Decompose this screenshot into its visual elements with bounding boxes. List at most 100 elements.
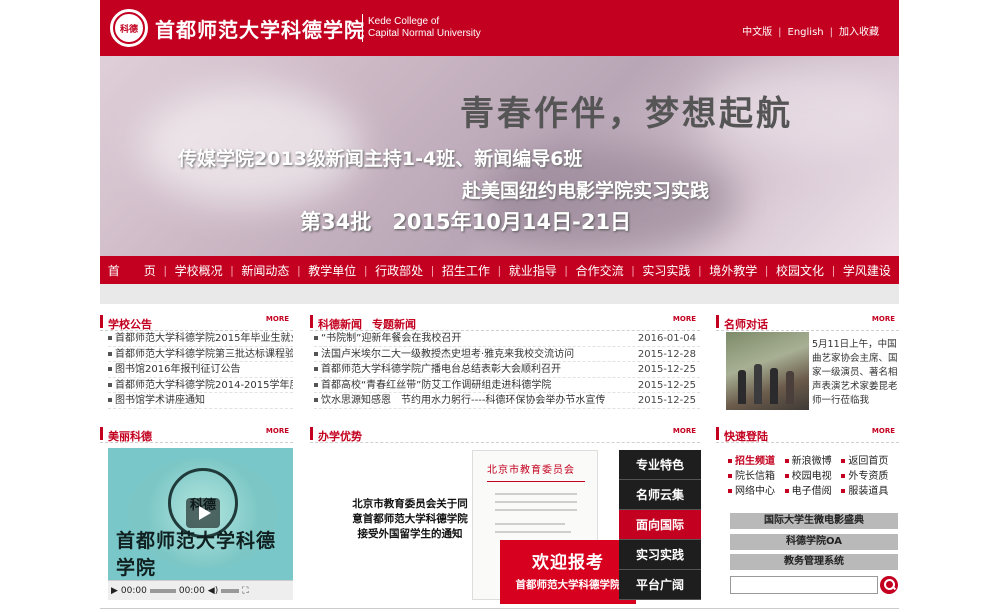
tab-famous-teachers[interactable]: 名师云集 (619, 480, 701, 510)
hero-banner[interactable]: 青春作伴，梦想起航 传媒学院2013级新闻主持1-4班、新闻编导6班 赴美国纽约… (100, 56, 899, 256)
list-item[interactable]: 首都高校“青春红丝带”防艾工作调研组走进科德学院 2015-12-25 (314, 378, 700, 393)
link-english[interactable]: English (788, 27, 824, 38)
play-pause-icon[interactable]: ▶ (111, 586, 118, 596)
fullscreen-icon[interactable]: ⛶ (242, 586, 248, 596)
tab-special-news[interactable]: 专题新闻 (372, 318, 416, 331)
nav-study-style[interactable]: 学风建设 (843, 262, 891, 279)
logo-en-line2: Capital Normal University (368, 28, 481, 39)
dialogue-text[interactable]: 5月11日上午，中国曲艺家协会主席、国家一级演员、著名相声表演艺术家姜昆老师一行… (812, 338, 898, 408)
list-item[interactable]: 图书馆学术讲座通知 (108, 393, 293, 409)
dialogue-title[interactable]: 名师对话 (724, 316, 768, 332)
header-accent (716, 315, 719, 328)
banner-line1: 传媒学院2013级新闻主持1-4班、新闻编导6班 (178, 148, 583, 170)
search-input[interactable] (730, 576, 878, 594)
announcements-title[interactable]: 学校公告 (108, 316, 152, 332)
bullet-icon (108, 336, 112, 340)
quick-link-mailbox[interactable]: 院长信箱 (728, 469, 785, 484)
list-item[interactable]: 首都师范大学科德学院第三批达标课程验 (108, 347, 293, 362)
quick-link-campus-tv[interactable]: 校园电视 (784, 469, 842, 484)
tab-platform[interactable]: 平台广阔 (619, 570, 701, 600)
play-icon[interactable] (186, 498, 220, 528)
bullet-icon (784, 474, 789, 478)
nav-divider: | (363, 263, 368, 277)
micro-film-button[interactable]: 国际大学生微电影盛典 (730, 513, 898, 529)
nav-home[interactable]: 首 页 (108, 262, 156, 279)
nav-news[interactable]: 新闻动态 (241, 262, 289, 279)
person-figure (738, 370, 746, 404)
video-title: 首都师范大学科德学院 (116, 530, 277, 579)
quick-link-home[interactable]: 返回首页 (841, 454, 898, 469)
nav-divider: | (764, 263, 769, 277)
advantage-title[interactable]: 办学优势 (318, 428, 362, 444)
quick-link-admissions[interactable]: 招生频道 (728, 454, 785, 469)
nav-campus-culture[interactable]: 校园文化 (776, 262, 824, 279)
college-seal-icon[interactable]: 科德 (110, 9, 148, 47)
quick-link-ebook[interactable]: 电子借阅 (784, 484, 842, 499)
nav-departments[interactable]: 教学单位 (308, 262, 356, 279)
list-item[interactable]: 首都师范大学科德学院广播电台总结表彰大会顺利召开 2015-12-25 (314, 362, 700, 378)
nav-divider: | (564, 263, 569, 277)
advantage-tabs: 专业特色 名师云集 面向国际 实习实践 平台广阔 (619, 450, 701, 600)
tab-major-features[interactable]: 专业特色 (619, 450, 701, 480)
nav-about[interactable]: 学校概况 (175, 262, 223, 279)
person-figure (754, 364, 762, 404)
bullet-icon (728, 489, 732, 493)
volume-icon[interactable]: ◀) (208, 586, 218, 596)
bullet-icon (108, 398, 112, 402)
quick-title[interactable]: 快速登陆 (724, 428, 768, 444)
list-item[interactable]: 饮水思源知感恩 节约用水力躬行----科德环保协会举办节水宣传 2015-12-2… (314, 393, 700, 409)
doc-text-line (495, 531, 571, 533)
nav-divider: | (230, 263, 234, 277)
quick-link-network[interactable]: 网络中心 (728, 484, 785, 499)
list-item[interactable]: 法国卢米埃尔二大一级教授杰史坦考·雅克来我校交流访问 2015-12-28 (314, 347, 700, 362)
link-add-favorite[interactable]: 加入收藏 (839, 27, 879, 38)
tab-kede-news[interactable]: 科德新闻 (318, 318, 362, 331)
beauty-more-link[interactable]: MORE (266, 427, 289, 435)
video-player[interactable]: 科德 首都师范大学科德学院 ▶ 00:00 00:00 ◀) ⛶ (108, 448, 293, 600)
quick-link-label: 招生频道 (735, 456, 775, 467)
beauty-title[interactable]: 美丽科德 (108, 428, 152, 444)
logo-chinese-name[interactable]: 首都师范大学科德学院 (155, 14, 365, 43)
dialogue-more-link[interactable]: MORE (872, 315, 895, 323)
news-more-link[interactable]: MORE (673, 315, 696, 323)
tab-internship[interactable]: 实习实践 (619, 540, 701, 570)
logo-en-line1: Kede College of (368, 16, 440, 27)
list-item[interactable]: “书院制”迎新年餐会在我校召开 2016-01-04 (314, 331, 700, 347)
progress-track[interactable] (149, 588, 176, 593)
tab-international[interactable]: 面向国际 (619, 510, 701, 540)
list-item[interactable]: 首都师范大学科德学院2014-2015学年度 (108, 378, 293, 393)
search-icon[interactable] (880, 576, 898, 594)
news-tabs: 科德新闻 专题新闻 (318, 316, 416, 332)
dialogue-photo[interactable] (726, 332, 809, 410)
volume-slider[interactable] (221, 588, 240, 593)
nav-divider: | (497, 263, 502, 277)
nav-overseas[interactable]: 境外教学 (709, 262, 757, 279)
news-date: 2015-12-25 (637, 379, 696, 391)
seal-text: 科德 (113, 12, 145, 44)
header-accent (100, 315, 103, 328)
announcements-header: 学校公告 MORE (100, 313, 293, 331)
enroll-banner[interactable]: 欢迎报考 首都师范大学科德学院 (500, 540, 636, 604)
announcement-text: 图书馆学术讲座通知 (115, 395, 205, 406)
quick-link-label: 外专资质 (848, 471, 889, 482)
quick-link-expert[interactable]: 外专资质 (841, 469, 898, 484)
announcements-more-link[interactable]: MORE (266, 315, 289, 323)
footer-divider (100, 608, 899, 609)
link-chinese[interactable]: 中文版 (742, 27, 772, 38)
nav-admin[interactable]: 行政部处 (375, 262, 423, 279)
list-item[interactable]: 首都师范大学科德学院2015年毕业生就业 (108, 331, 293, 347)
oa-button[interactable]: 科德学院OA (730, 534, 898, 550)
quick-link-weibo[interactable]: 新浪微博 (784, 454, 842, 469)
notice-caption[interactable]: 北京市教育委员会关于同意首都师范大学科德学院接受外国留学生的通知 (350, 497, 470, 542)
nav-internship[interactable]: 实习实践 (642, 262, 690, 279)
quick-more-link[interactable]: MORE (872, 427, 895, 435)
list-item[interactable]: 图书馆2016年报刊征订公告 (108, 362, 293, 378)
enroll-subtitle: 首都师范大学科德学院 (515, 579, 621, 591)
advantage-more-link[interactable]: MORE (673, 427, 696, 435)
nav-cooperation[interactable]: 合作交流 (576, 262, 624, 279)
news-date: 2015-12-28 (637, 348, 696, 360)
nav-employment[interactable]: 就业指导 (509, 262, 557, 279)
nav-admissions[interactable]: 招生工作 (442, 262, 490, 279)
quick-link-costume[interactable]: 服装道具 (841, 484, 898, 499)
academic-system-button[interactable]: 教务管理系统 (730, 554, 898, 570)
